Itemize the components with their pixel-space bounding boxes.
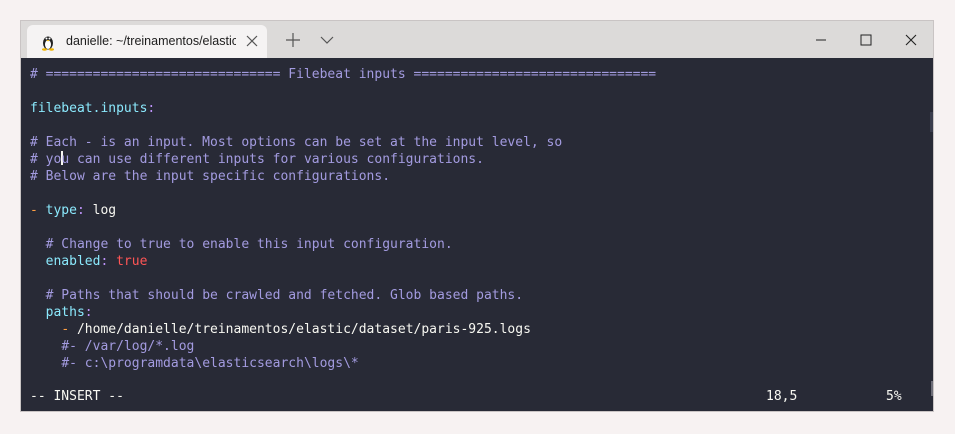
comment-text: #- c:\programdata\elasticsearch\logs\* (61, 356, 359, 371)
editor-line-14: # Paths that should be crawled and fetch… (30, 287, 523, 304)
path-value: /home/danielle/treinamentos/elastic/data… (76, 322, 531, 337)
editor-line-5: # Each - is an input. Most options can b… (30, 135, 563, 150)
terminal-content[interactable]: # ============================== Filebea… (21, 58, 933, 411)
editor-line-1: # ============================== Filebea… (30, 67, 657, 82)
comment-text-a: # yo (30, 152, 62, 167)
list-dash: - (61, 322, 70, 337)
minimize-button[interactable] (798, 21, 844, 58)
terminal-tab[interactable]: danielle: ~/treinamentos/elastic (27, 25, 267, 58)
close-icon (905, 34, 917, 46)
comment-text-b: u can use different inputs for various c… (61, 152, 484, 167)
editor-line-16: - /home/danielle/treinamentos/elastic/da… (30, 321, 531, 338)
scroll-indicator (931, 381, 933, 396)
list-dash: - (30, 203, 38, 218)
horizontal-scroll-thumb[interactable] (141, 411, 161, 412)
cursor-position: 18,5 (766, 389, 798, 404)
close-tab-icon[interactable] (245, 34, 259, 48)
yaml-colon: : (76, 203, 85, 218)
editor-line-9: - type: log (30, 202, 116, 219)
maximize-button[interactable] (843, 21, 889, 58)
yaml-key: type (45, 203, 77, 218)
scroll-percent: 5% (886, 389, 902, 404)
comment-text: #- /var/log/*.log (61, 339, 195, 354)
close-window-button[interactable] (888, 21, 933, 58)
yaml-boolean: true (116, 254, 148, 269)
editor-line-6: # you can use different inputs for vario… (30, 151, 484, 168)
comment-text: # Paths that should be crawled and fetch… (45, 288, 524, 303)
editor-line-7: # Below are the input specific configura… (30, 169, 391, 184)
maximize-icon (860, 34, 872, 46)
editor-line-3: filebeat.inputs: (30, 100, 155, 117)
chevron-down-icon[interactable] (320, 36, 334, 45)
yaml-colon: : (147, 101, 156, 116)
new-tab-plus-icon[interactable] (285, 32, 301, 48)
terminal-window: danielle: ~/treinamentos/elastic # =====… (20, 20, 934, 412)
editor-line-15: paths: (30, 304, 93, 321)
editor-line-11: # Change to true to enable this input co… (30, 236, 453, 253)
editor-line-12: enabled: true (30, 253, 148, 270)
yaml-colon: : (84, 305, 93, 320)
linux-penguin-icon (42, 36, 54, 51)
tab-title: danielle: ~/treinamentos/elastic (66, 34, 236, 48)
editor-line-17: #- /var/log/*.log (30, 338, 194, 355)
editor-line-18: #- c:\programdata\elasticsearch\logs\* (30, 355, 359, 372)
scrollbar[interactable] (930, 112, 933, 132)
yaml-key: filebeat.inputs (30, 101, 148, 116)
title-bar: danielle: ~/treinamentos/elastic (21, 21, 933, 58)
minimize-icon (816, 39, 826, 41)
yaml-key: paths (45, 305, 85, 320)
comment-text: # Change to true to enable this input co… (45, 237, 453, 252)
vim-mode-indicator: -- INSERT -- (30, 389, 124, 404)
yaml-colon: : (100, 254, 109, 269)
yaml-value: log (92, 203, 117, 218)
yaml-key: enabled (45, 254, 101, 269)
